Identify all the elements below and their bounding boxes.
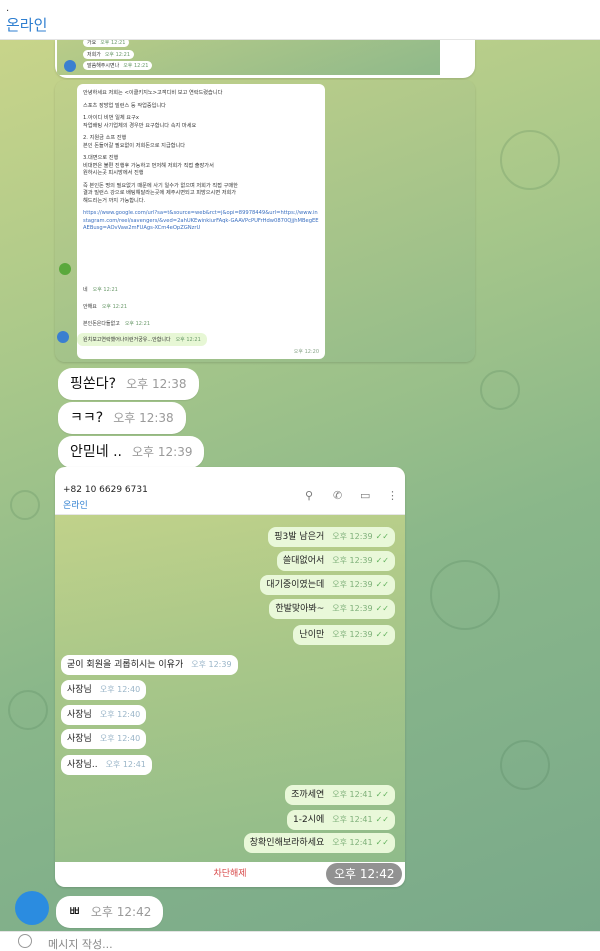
read-check-icon: ✓✓ (375, 604, 389, 613)
message-time: 오후 12:20 (293, 348, 319, 355)
message-time: 오후 12:42 (90, 905, 152, 919)
message-bubble[interactable]: ㅃ 오후 12:42 (56, 896, 164, 928)
outgoing-bubble: 쓸대없어서 오후 12:39 ✓✓ (276, 551, 395, 571)
avatar (59, 263, 71, 275)
mini-bubble: 가요 오후 12:21 (83, 40, 130, 47)
doodle (10, 490, 40, 520)
message-time: 오후 12:38 (126, 377, 187, 391)
incoming-bubble: 사장님.. 오후 12:41 (61, 755, 152, 775)
avatar (64, 60, 76, 72)
paragraph: 안녕하세요 저희는 <이클키지노>고객디비 보고 연락드렸습니다 (83, 90, 223, 96)
image-message-3[interactable]: +82 10 6629 6731 온라인 ⚲ ✆ ▭ ⋮ 핑3발 남은거 오후 1… (55, 467, 405, 887)
read-check-icon: ✓✓ (375, 580, 389, 589)
avatar (57, 331, 69, 343)
read-check-icon: ✓✓ (375, 790, 389, 799)
more-icon: ⋮ (387, 489, 398, 502)
outgoing-bubble: 대기중이였는데 오후 12:39 ✓✓ (260, 575, 395, 595)
paragraph: 1.아이디 비번 일체 요구x 작업배팅 사기업체의 경우만 요구합니다 속지 … (83, 115, 197, 129)
chat-header: . 온라인 (0, 0, 600, 40)
incoming-bubble: 사장님 오후 12:40 (61, 705, 147, 725)
read-check-icon: ✓✓ (375, 532, 389, 541)
composer: 메시지 작성... (0, 931, 600, 951)
message-time: 오후 12:38 (113, 411, 174, 425)
reply-bubble: 본인돈은다들없고 오후 12:21 (77, 317, 157, 330)
phone-icon: ✆ (333, 489, 343, 502)
outgoing-bubble: 한발맞아봐~ 오후 12:39 ✓✓ (269, 599, 395, 619)
reply-bubble: 원치보고연락했어나이런거궁유...안합니다 오후 12:21 (77, 333, 207, 346)
message-time: 오후 12:39 (132, 445, 193, 459)
screenshot-header: +82 10 6629 6731 온라인 ⚲ ✆ ▭ ⋮ (55, 467, 405, 515)
message-bubble[interactable]: 안믿네 .. 오후 12:39 (58, 436, 205, 468)
image-message-1[interactable]: 가요 오후 12:21 저희가 오후 12:21 말씀해주시면나 오후 12:21 (55, 40, 475, 78)
phone-number: +82 10 6629 6731 (63, 485, 148, 495)
avatar[interactable] (15, 891, 49, 925)
search-icon: ⚲ (305, 489, 314, 502)
mini-bubble: 말씀해주시면나 오후 12:21 (83, 61, 153, 70)
image-content: 가요 오후 12:21 저희가 오후 12:21 말씀해주시면나 오후 12:21 (57, 40, 440, 75)
attach-icon[interactable] (18, 934, 32, 948)
reply-bubble: 안해요 오후 12:21 (77, 300, 134, 313)
outgoing-bubble: 창확인해보라하세요 오후 12:41 ✓✓ (243, 833, 395, 853)
message-bubble[interactable]: ㅋㅋ? 오후 12:38 (58, 402, 186, 434)
read-check-icon: ✓✓ (375, 815, 389, 824)
read-check-icon: ✓✓ (375, 630, 389, 639)
doodle (500, 130, 560, 190)
image-timestamp: 오후 12:42 (326, 863, 403, 885)
read-check-icon: ✓✓ (375, 838, 389, 847)
message-text: ㅋㅋ? (70, 410, 104, 426)
doodle (500, 740, 550, 790)
header-dot: . (6, 3, 10, 14)
message-input[interactable]: 메시지 작성... (48, 936, 113, 951)
paragraph: 즉 본인돈 명의 필요없기 때문에 사기 일수가 없으며 저희가 직접 구매한 … (83, 182, 238, 204)
message-text: 핑쏜다? (70, 376, 117, 392)
reply-bubble: 네 오후 12:21 (77, 283, 124, 296)
mini-bubble: 저희가 오후 12:21 (83, 50, 135, 59)
incoming-bubble: 굳이 회원을 괴롭히시는 이유가 오후 12:39 (61, 655, 238, 675)
outgoing-bubble: 1-2시에 오후 12:41 ✓✓ (287, 810, 395, 830)
paragraph: 스포츠 장방업 빌런스 등 작업중입니다 (83, 102, 166, 109)
outgoing-bubble: 핑3발 남은거 오후 12:39 ✓✓ (268, 527, 395, 547)
outgoing-bubble: 난이만 오후 12:39 ✓✓ (293, 625, 395, 645)
message-bubble[interactable]: 핑쏜다? 오후 12:38 (58, 368, 199, 400)
layout-icon: ▭ (360, 489, 371, 502)
doodle (480, 370, 520, 410)
online-status: 온라인 (6, 16, 48, 34)
outgoing-bubble: 조까세연 오후 12:41 ✓✓ (285, 785, 395, 805)
message-text: 안믿네 .. (70, 444, 122, 460)
paragraph: 2. 지원금 소프 진행 본인 돈들어갈 필요없이 저희돈으로 지급합니다 (83, 135, 186, 149)
read-check-icon: ✓✓ (375, 556, 389, 565)
image-message-2[interactable]: 안녕하세요 저희는 <이클키지노>고객디비 보고 연락드렸습니다 스포츠 장방업… (55, 80, 475, 362)
message-text: ㅃ (68, 904, 81, 920)
doodle (8, 690, 48, 730)
doodle (430, 560, 500, 630)
incoming-bubble: 사장님 오후 12:40 (61, 680, 147, 700)
online-status: 온라인 (63, 501, 88, 511)
url-link[interactable]: https://www.google.com/url?sa=t&source=w… (83, 210, 319, 233)
paragraph: 3.대면으로 진행 비대면은 불편 진행후 가능하고 먼저해 저희가 직접 출장… (83, 155, 214, 176)
incoming-bubble: 사장님 오후 12:40 (61, 729, 147, 749)
